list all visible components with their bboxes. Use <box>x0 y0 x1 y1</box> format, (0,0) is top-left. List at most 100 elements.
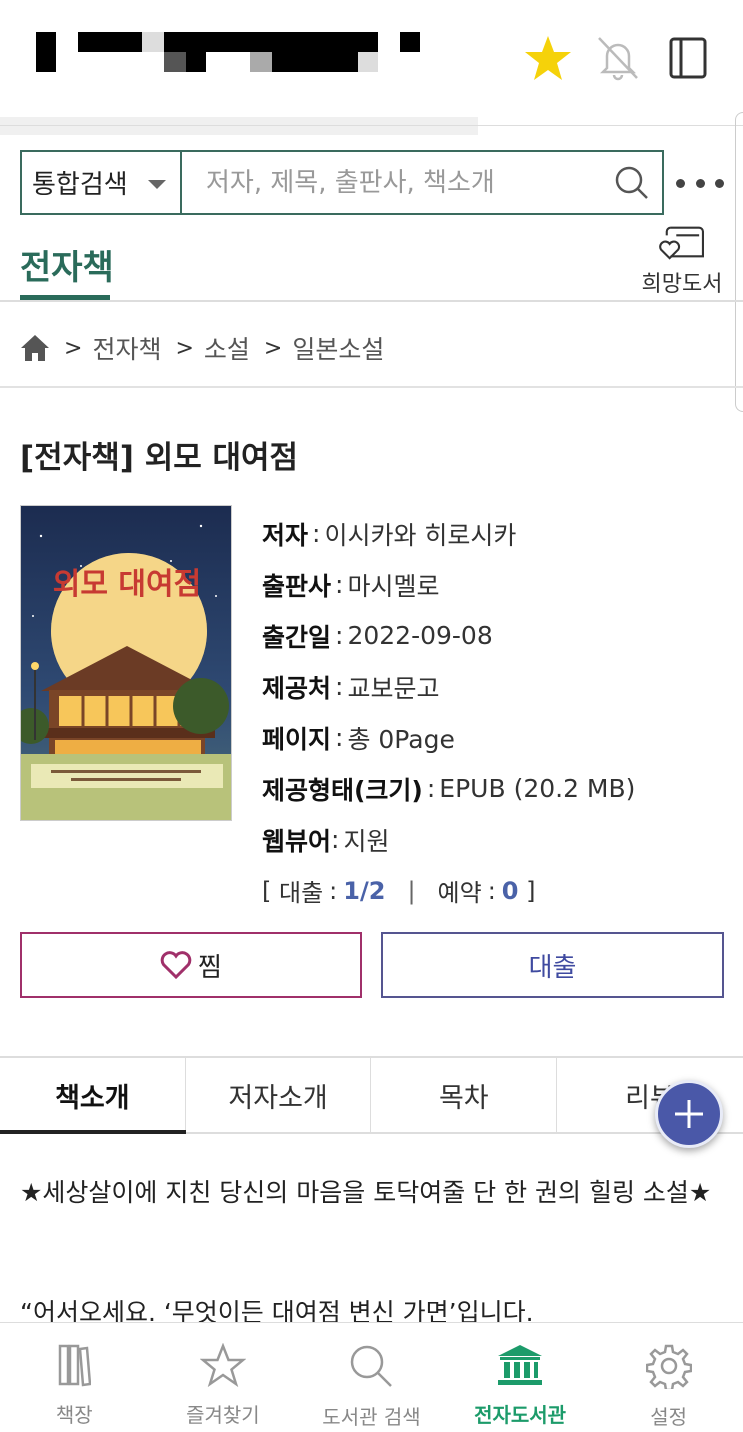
tab-ebook[interactable]: 전자책 <box>20 240 114 289</box>
wish-library-button[interactable]: 희망도서 <box>634 222 730 298</box>
bell-off-icon[interactable] <box>590 30 646 86</box>
info-value: 이시카와 히로시카 <box>324 520 517 550</box>
colon: : <box>335 621 344 650</box>
nav-favorites[interactable]: 즐겨찾기 <box>149 1323 298 1432</box>
nav-label: 책장 <box>55 1403 93 1427</box>
info-pages: 페이지 : 총 0Page <box>262 712 732 763</box>
chevron-down-icon <box>148 180 166 189</box>
nav-label: 전자도서관 <box>474 1403 567 1427</box>
nav-e-library[interactable]: 전자도서관 <box>446 1323 595 1432</box>
divider <box>0 125 743 126</box>
book-title: [전자책] 외모 대여점 <box>20 440 299 476</box>
star-outline-icon <box>199 1343 246 1387</box>
info-author: 저자 : 이시카와 히로시카 <box>262 508 732 559</box>
info-label: 출간일 <box>262 622 332 652</box>
divider <box>0 300 743 302</box>
colon: : <box>331 825 340 854</box>
loan-button-label: 대출 <box>528 952 577 983</box>
book-panel-icon[interactable] <box>660 30 716 86</box>
info-label: 웹뷰어 <box>262 826 332 856</box>
nav-label: 설정 <box>650 1405 688 1429</box>
book-cover-image[interactable]: 외모 대여점 <box>20 505 232 821</box>
plus-icon <box>675 1100 703 1128</box>
loan-status: [ 대출 : 1/2 | 예약 : 0 ] <box>262 865 732 916</box>
info-format: 제공형태(크기) : EPUB (20.2 MB) <box>262 763 732 814</box>
wish-button-label: 찜 <box>198 952 222 983</box>
info-label: 페이지 <box>262 724 332 754</box>
breadcrumb-separator: > <box>64 335 83 361</box>
colon: : <box>312 519 321 548</box>
intro-text: ★세상살이에 지친 당신의 마음을 토닥여줄 단 한 권의 힐링 소설★ <box>20 1178 712 1207</box>
info-label: 출판사 <box>262 571 332 601</box>
bracket: ] <box>518 876 536 905</box>
book-info: 저자 : 이시카와 히로시카 출판사 : 마시멜로 출간일 : 2022-09-… <box>262 508 732 916</box>
colon: : <box>487 876 496 905</box>
dot <box>676 178 685 188</box>
tab-author-intro[interactable]: 저자소개 <box>186 1058 372 1132</box>
wish-library-label: 희망도서 <box>641 272 723 297</box>
breadcrumb-item[interactable]: 소설 <box>204 330 250 366</box>
nav-label: 즐겨찾기 <box>186 1403 260 1427</box>
info-provider: 제공처 : 교보문고 <box>262 661 732 712</box>
info-publish-date: 출간일 : 2022-09-08 <box>262 610 732 661</box>
colon: : <box>335 723 344 752</box>
heart-icon <box>160 951 192 979</box>
nav-settings[interactable]: 설정 <box>594 1323 743 1432</box>
nav-label: 도서관 검색 <box>322 1405 421 1429</box>
info-value: 마시멜로 <box>347 571 440 601</box>
info-label: 저자 <box>262 520 309 550</box>
bracket: [ <box>262 876 279 905</box>
breadcrumb-item[interactable]: 전자책 <box>92 330 161 366</box>
colon: : <box>335 570 344 599</box>
intro-text: “어서오세요. ‘무엇이든 대여점 변신 가면’입니다. <box>20 1298 534 1324</box>
breadcrumb: > 전자책 > 소설 > 일본소설 <box>20 328 384 368</box>
search-button[interactable] <box>602 152 662 213</box>
info-value: 교보문고 <box>347 673 440 703</box>
loan-button[interactable]: 대출 <box>381 932 724 998</box>
wish-book-icon <box>659 226 704 260</box>
breadcrumb-separator: > <box>263 335 283 361</box>
floating-add-button[interactable] <box>655 1080 723 1148</box>
reserve-count: 0 <box>501 876 519 905</box>
dot <box>715 178 724 188</box>
separator: | <box>407 876 416 905</box>
search-bar: 통합검색 <box>20 150 664 215</box>
colon: : <box>426 774 436 803</box>
cover-title: 외모 대여점 <box>53 567 201 602</box>
bottom-nav: 책장 즐겨찾기 도서관 검색 전자도서관 설정 <box>0 1322 743 1432</box>
home-icon[interactable] <box>20 334 50 362</box>
gray-strip <box>0 117 478 135</box>
loan-status-label: 대출 <box>279 879 324 907</box>
star-icon[interactable] <box>520 30 576 86</box>
search-scope-label: 통합검색 <box>32 170 128 200</box>
info-webviewer: 웹뷰어 : 지원 <box>262 814 732 865</box>
breadcrumb-separator: > <box>175 335 194 361</box>
library-icon <box>498 1345 543 1385</box>
loan-count: 1/2 <box>343 876 386 905</box>
divider <box>0 386 743 388</box>
nav-bookshelf[interactable]: 책장 <box>0 1323 149 1432</box>
reserve-status-label: 예약 <box>437 879 482 907</box>
dot <box>695 178 705 188</box>
info-publisher: 출판사 : 마시멜로 <box>262 559 732 610</box>
search-icon <box>615 166 648 199</box>
info-label: 제공형태(크기) <box>262 775 423 805</box>
gear-icon <box>645 1344 692 1389</box>
bookshelf-icon <box>59 1344 92 1387</box>
info-label: 제공처 <box>262 673 332 703</box>
info-value: 2022-09-08 <box>347 621 493 650</box>
search-input[interactable] <box>182 152 602 213</box>
info-value: EPUB (20.2 MB) <box>439 774 636 803</box>
nav-library-search[interactable]: 도서관 검색 <box>297 1323 446 1432</box>
wish-button[interactable]: 찜 <box>20 932 362 998</box>
search-scope-select[interactable]: 통합검색 <box>22 152 182 213</box>
info-value: 총 0Page <box>347 724 455 754</box>
tab-book-intro[interactable]: 책소개 <box>0 1058 186 1134</box>
breadcrumb-item[interactable]: 일본소설 <box>292 330 384 366</box>
colon: : <box>335 672 344 701</box>
more-menu-button[interactable] <box>672 168 728 198</box>
search-icon <box>351 1345 393 1387</box>
tab-toc[interactable]: 목차 <box>371 1058 558 1132</box>
top-bar <box>0 0 743 135</box>
side-scroll-handle[interactable] <box>735 112 743 412</box>
